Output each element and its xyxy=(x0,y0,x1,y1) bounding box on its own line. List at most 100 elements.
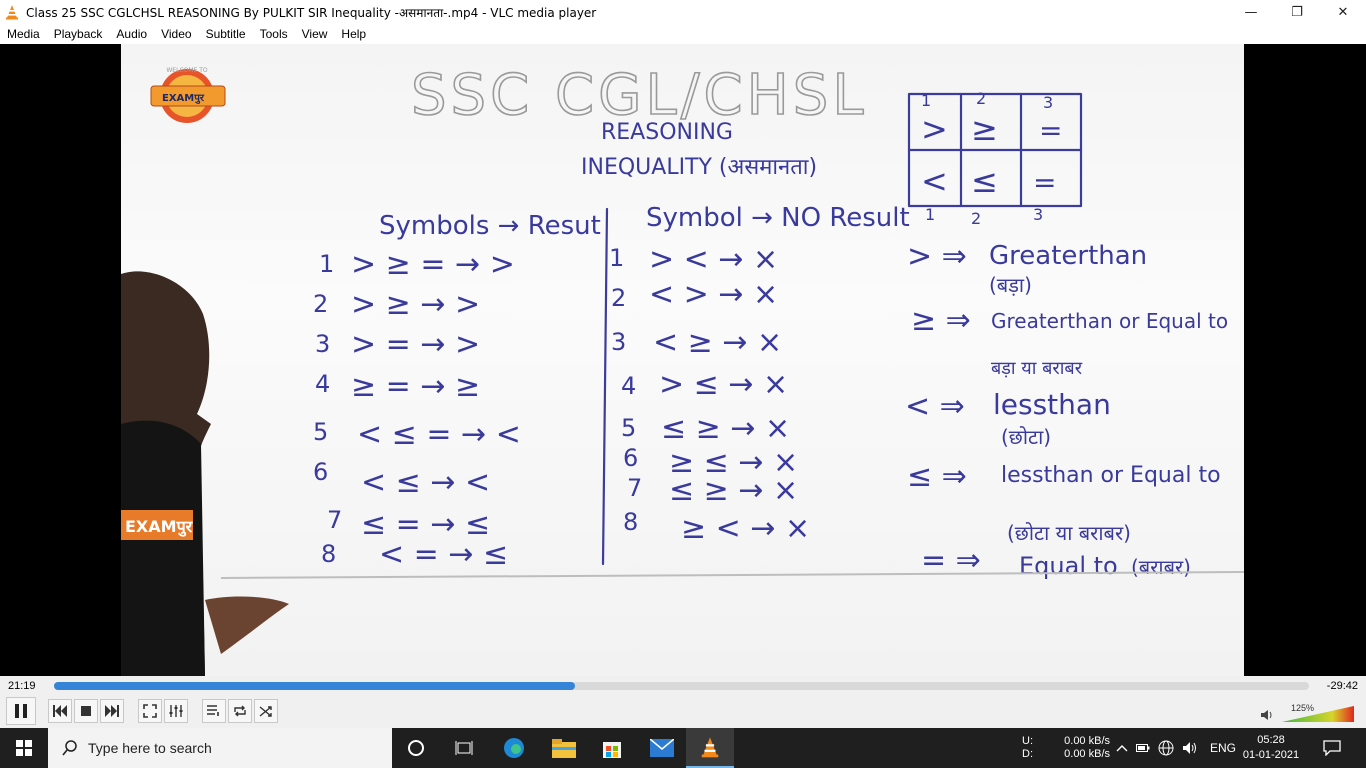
grid-bottom-2: 2 xyxy=(971,209,981,228)
menu-audio[interactable]: Audio xyxy=(109,27,154,41)
next-button[interactable] xyxy=(100,699,124,723)
taskbar-mail[interactable] xyxy=(638,728,686,768)
grid-r2-c2: ≤ xyxy=(971,162,998,200)
cortana-circle-icon xyxy=(408,740,424,756)
restore-button[interactable]: ❐ xyxy=(1274,0,1320,24)
shirt-logo: EXAMपुर xyxy=(125,517,194,537)
col2-row-1-expr: > < → × xyxy=(649,242,778,277)
minimize-button[interactable]: — xyxy=(1228,0,1274,24)
playlist-button[interactable] xyxy=(202,699,226,723)
mail-icon xyxy=(650,739,674,757)
notification-icon xyxy=(1323,740,1341,756)
legend-2-symbol: ≥ ⇒ xyxy=(911,303,971,338)
menu-help[interactable]: Help xyxy=(334,27,373,41)
grid-r2-c3: = xyxy=(1033,166,1056,199)
network-globe-icon[interactable] xyxy=(1158,740,1174,756)
clock[interactable]: 05:28 01-01-2021 xyxy=(1240,728,1302,768)
menu-media[interactable]: Media xyxy=(0,27,47,41)
language-indicator[interactable]: ENG xyxy=(1210,741,1236,755)
action-center-button[interactable] xyxy=(1312,728,1352,768)
menu-view[interactable]: View xyxy=(295,27,335,41)
net-down-value: 0.00 kB/s xyxy=(1064,748,1110,760)
system-tray: ENG xyxy=(1116,728,1236,768)
col2-row-3-expr: < ≥ → × xyxy=(653,325,782,360)
col1-rows: 1 > ≥ = → > 2 > ≥ → > 3 > = → > 4 ≥ = → … xyxy=(313,247,521,572)
volume-bar-svg xyxy=(1282,706,1354,722)
menu-subtitle[interactable]: Subtitle xyxy=(199,27,253,41)
col1-row-2-expr: > ≥ → > xyxy=(351,287,480,322)
taskbar-search-box[interactable]: Type here to search xyxy=(48,728,392,768)
clock-time: 05:28 xyxy=(1257,734,1285,746)
legend-1-hindi: (बड़ा) xyxy=(989,273,1032,297)
extended-settings-button[interactable] xyxy=(164,699,188,723)
col2-row-1: 1 xyxy=(609,244,624,272)
taskbar-file-explorer[interactable] xyxy=(540,728,588,768)
fullscreen-button[interactable] xyxy=(138,699,162,723)
cortana-button[interactable] xyxy=(392,728,440,768)
exampur-logo: WELCOME TO EXAMपुर xyxy=(150,67,226,123)
stop-button[interactable] xyxy=(74,699,98,723)
board-heading: SSC CGL/CHSL xyxy=(411,63,868,128)
net-up-label: U: xyxy=(1022,735,1033,747)
taskbar-edge[interactable] xyxy=(490,728,538,768)
col1-row-5: 5 xyxy=(313,418,328,446)
legend-4-symbol: ≤ ⇒ xyxy=(907,459,967,494)
task-view-button[interactable] xyxy=(440,728,488,768)
start-button[interactable] xyxy=(0,728,48,768)
whiteboard-frame: WELCOME TO EXAMपुर SSC CGL/CHSL REASONIN… xyxy=(121,44,1244,676)
grid-r1-c2: ≥ xyxy=(971,110,998,148)
col2-row-2: 2 xyxy=(611,284,626,312)
previous-button[interactable] xyxy=(48,699,72,723)
col1-row-4: 4 xyxy=(315,370,330,398)
close-button[interactable]: ✕ xyxy=(1320,0,1366,24)
grid-r1-c1: > xyxy=(921,110,948,148)
col2-row-6: 6 xyxy=(623,444,638,472)
board-topic: INEQUALITY (असमानता) xyxy=(581,155,817,180)
vlc-cone-icon xyxy=(6,5,18,20)
chevron-up-icon[interactable] xyxy=(1116,743,1128,753)
previous-icon xyxy=(53,705,67,717)
fullscreen-icon xyxy=(143,704,157,718)
col2-row-8-expr: ≥ < → × xyxy=(681,511,810,546)
battery-icon[interactable] xyxy=(1136,743,1150,753)
legend-5-hindi: (बराबर) xyxy=(1131,555,1191,579)
pause-button[interactable] xyxy=(6,697,36,725)
taskbar-store[interactable] xyxy=(588,728,636,768)
taskbar-vlc[interactable] xyxy=(686,728,734,768)
col1-row-8: 8 xyxy=(321,540,336,568)
net-down-label: D: xyxy=(1022,748,1033,760)
windows-icon xyxy=(16,740,32,756)
stop-icon xyxy=(81,706,91,716)
equalizer-icon xyxy=(169,705,183,717)
taskbar: Type here to search U: D: 0.00 kB/s 0.00… xyxy=(0,728,1366,768)
whiteboard-drawing: WELCOME TO EXAMपुर SSC CGL/CHSL REASONIN… xyxy=(121,62,1244,676)
store-icon xyxy=(603,742,621,758)
col2-row-7-expr: ≤ ≥ → × xyxy=(669,473,798,508)
playlist-icon xyxy=(207,705,219,716)
grid-bottom-1: 1 xyxy=(925,205,935,224)
legend-1-text: Greaterthan xyxy=(989,241,1147,271)
col2-header: Symbol → NO Result xyxy=(646,203,910,233)
board-subheading: REASONING xyxy=(601,120,733,145)
speaker-icon[interactable] xyxy=(1260,708,1274,722)
col1-header: Symbols → Resut xyxy=(379,211,601,241)
video-area[interactable]: WELCOME TO EXAMपुर SSC CGL/CHSL REASONIN… xyxy=(0,44,1366,676)
loop-icon xyxy=(234,705,246,717)
legend-4-text: lessthan or Equal to xyxy=(1001,463,1221,488)
menu-tools[interactable]: Tools xyxy=(253,27,295,41)
menu-video[interactable]: Video xyxy=(154,27,198,41)
legend-3-text: lessthan xyxy=(993,388,1111,421)
logo-text: EXAMपुर xyxy=(162,93,205,104)
menu-playback[interactable]: Playback xyxy=(47,27,110,41)
speaker-tray-icon[interactable] xyxy=(1182,741,1198,755)
shuffle-button[interactable] xyxy=(254,699,278,723)
loop-button[interactable] xyxy=(228,699,252,723)
legend-2-hindi: बड़ा या बराबर xyxy=(991,358,1083,379)
task-view-icon xyxy=(455,741,473,755)
col1-row-6-expr: < ≤ → < xyxy=(361,465,490,500)
seek-bar[interactable] xyxy=(54,682,1309,690)
search-placeholder: Type here to search xyxy=(88,740,212,756)
col2-row-5: 5 xyxy=(621,414,636,442)
volume-slider[interactable] xyxy=(1260,700,1360,724)
legend-3-hindi: (छोटा) xyxy=(1001,425,1051,449)
